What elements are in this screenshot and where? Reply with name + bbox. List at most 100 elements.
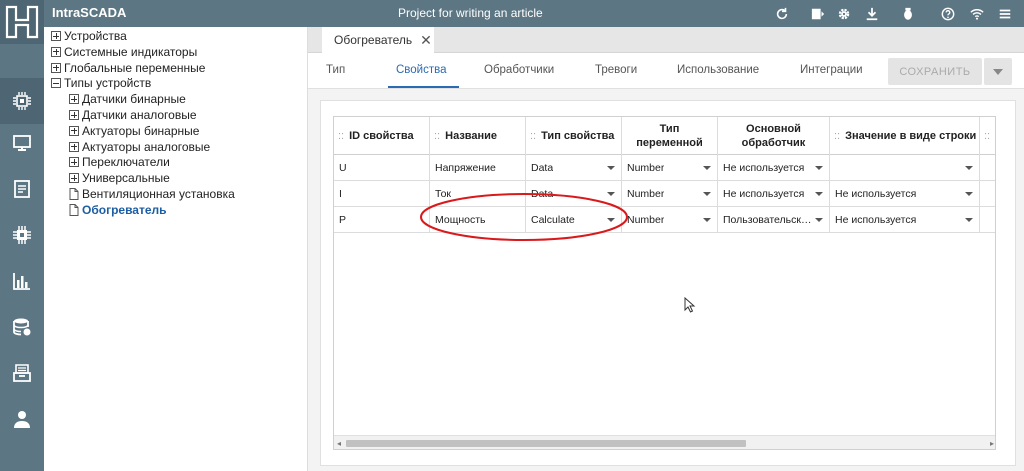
- tree-item[interactable]: Переключатели: [69, 154, 170, 170]
- gear-icon[interactable]: [835, 5, 853, 23]
- table-cell[interactable]: Напряжение: [430, 155, 526, 181]
- file-icon[interactable]: [69, 188, 79, 200]
- table-cell-select[interactable]: Data: [526, 181, 622, 207]
- processor-icon[interactable]: [0, 212, 44, 258]
- expand-icon[interactable]: [69, 157, 79, 168]
- table-cell-select[interactable]: Number: [622, 155, 718, 181]
- drag-handle-icon[interactable]: ::: [984, 130, 990, 142]
- dropdown-caret-icon[interactable]: [965, 166, 973, 170]
- expand-icon[interactable]: [69, 125, 79, 136]
- column-header[interactable]: :: ID свойства: [334, 117, 430, 155]
- refresh-icon[interactable]: [773, 5, 791, 23]
- tree-item[interactable]: Датчики аналоговые: [69, 107, 197, 123]
- monitor-icon[interactable]: [0, 120, 44, 166]
- dropdown-caret-icon[interactable]: [965, 218, 973, 222]
- scroll-right-icon[interactable]: ▸: [990, 439, 994, 448]
- table-cell-select[interactable]: Не используется: [718, 181, 830, 207]
- table-cell-select[interactable]: Data: [526, 155, 622, 181]
- table-cell-select[interactable]: [830, 155, 980, 181]
- tree-item[interactable]: Вентиляционная установка: [69, 186, 235, 202]
- table-cell[interactable]: I: [334, 181, 430, 207]
- tree-item[interactable]: Системные индикаторы: [51, 44, 197, 60]
- column-header[interactable]: ::Т: [980, 117, 995, 155]
- tab-heater[interactable]: Обогреватель ✕: [322, 27, 434, 53]
- expand-icon[interactable]: [69, 94, 79, 105]
- table-cell-select[interactable]: Calculate: [526, 207, 622, 233]
- tab-integrations[interactable]: Интеграции: [800, 64, 863, 76]
- scroll-left-icon[interactable]: ◂: [337, 439, 341, 448]
- table-cell-select[interactable]: Не используется: [718, 155, 830, 181]
- tab-type[interactable]: Тип: [326, 64, 345, 76]
- menu-icon[interactable]: [996, 5, 1014, 23]
- tree-item[interactable]: Глобальные переменные: [51, 60, 205, 76]
- tab-handlers[interactable]: Обработчики: [484, 64, 554, 76]
- expand-icon[interactable]: [51, 31, 61, 41]
- column-header[interactable]: :: Значение в виде строки: [830, 117, 980, 155]
- tree-item[interactable]: Актуаторы бинарные: [69, 123, 199, 139]
- help-icon[interactable]: [939, 5, 957, 23]
- download-icon[interactable]: [863, 5, 881, 23]
- tab-usage[interactable]: Использование: [677, 64, 759, 76]
- expand-icon[interactable]: [69, 110, 79, 120]
- dropdown-caret-icon[interactable]: [607, 192, 615, 196]
- tree-item[interactable]: Актуаторы аналоговые: [69, 139, 210, 155]
- expand-icon[interactable]: [51, 62, 61, 73]
- column-header[interactable]: Тип переменной: [622, 117, 718, 155]
- table-cell[interactable]: Мощность: [430, 207, 526, 233]
- expand-icon[interactable]: [51, 46, 61, 57]
- save-button[interactable]: СОХРАНИТЬ: [888, 58, 982, 85]
- tree-item[interactable]: Типы устройств: [51, 75, 151, 91]
- drag-handle-icon[interactable]: ::: [338, 130, 344, 142]
- drag-handle-icon[interactable]: ::: [434, 130, 440, 142]
- collapse-icon[interactable]: [51, 78, 61, 89]
- dropdown-caret-icon[interactable]: [607, 218, 615, 222]
- bar-chart-icon[interactable]: [0, 258, 44, 304]
- table-cell[interactable]: [980, 181, 995, 207]
- dropdown-caret-icon[interactable]: [703, 218, 711, 222]
- dropdown-caret-icon[interactable]: [703, 192, 711, 196]
- table-row[interactable]: I Ток Data Number Не используется Не использу…: [334, 181, 995, 207]
- dropdown-caret-icon[interactable]: [703, 166, 711, 170]
- tree-item[interactable]: Датчики бинарные: [69, 91, 186, 107]
- dropdown-caret-icon[interactable]: [607, 166, 615, 170]
- scrollbar-thumb[interactable]: [346, 440, 746, 447]
- save-options-button[interactable]: [984, 58, 1012, 85]
- column-header[interactable]: :: Название: [430, 117, 526, 155]
- drag-handle-icon[interactable]: ::: [530, 130, 536, 142]
- dropdown-caret-icon[interactable]: [965, 192, 973, 196]
- tab-alarms[interactable]: Тревоги: [595, 64, 637, 76]
- expand-icon[interactable]: [69, 173, 79, 184]
- table-cell-select[interactable]: Number: [622, 207, 718, 233]
- file-icon[interactable]: [69, 203, 79, 216]
- table-cell[interactable]: P: [334, 207, 430, 233]
- table-row[interactable]: U Напряжение Data Number Не используется: [334, 155, 995, 181]
- archive-icon[interactable]: [0, 350, 44, 396]
- tree-item[interactable]: Универсальные: [69, 170, 170, 186]
- tree-item[interactable]: Устройства: [51, 28, 127, 44]
- close-icon[interactable]: ✕: [420, 32, 432, 49]
- expand-icon[interactable]: [69, 141, 79, 152]
- dropdown-caret-icon[interactable]: [815, 218, 823, 222]
- horizontal-scrollbar[interactable]: ◂ ▸: [334, 435, 995, 449]
- drag-handle-icon[interactable]: ::: [834, 130, 840, 142]
- wifi-icon[interactable]: [968, 5, 986, 23]
- table-cell[interactable]: [980, 155, 995, 181]
- column-header[interactable]: Основной обработчик: [718, 117, 830, 155]
- document-icon[interactable]: [0, 166, 44, 212]
- dropdown-caret-icon[interactable]: [815, 192, 823, 196]
- table-cell-select[interactable]: Не используется: [830, 181, 980, 207]
- chip-icon[interactable]: [0, 78, 44, 124]
- table-cell[interactable]: [980, 207, 995, 233]
- table-row[interactable]: P Мощность Calculate Number Пользовательск… Н…: [334, 207, 995, 233]
- tree-item[interactable]: Обогреватель: [69, 202, 167, 218]
- table-cell[interactable]: Ток: [430, 181, 526, 207]
- table-cell-select[interactable]: Number: [622, 181, 718, 207]
- database-icon[interactable]: [0, 304, 44, 350]
- user-icon[interactable]: [0, 396, 44, 442]
- column-header[interactable]: :: Тип свойства: [526, 117, 622, 155]
- table-cell-select[interactable]: Пользовательск…: [718, 207, 830, 233]
- table-cell-select[interactable]: Не используется: [830, 207, 980, 233]
- play-screen-icon[interactable]: [809, 5, 827, 23]
- bug-icon[interactable]: [899, 5, 917, 23]
- dropdown-caret-icon[interactable]: [815, 166, 823, 170]
